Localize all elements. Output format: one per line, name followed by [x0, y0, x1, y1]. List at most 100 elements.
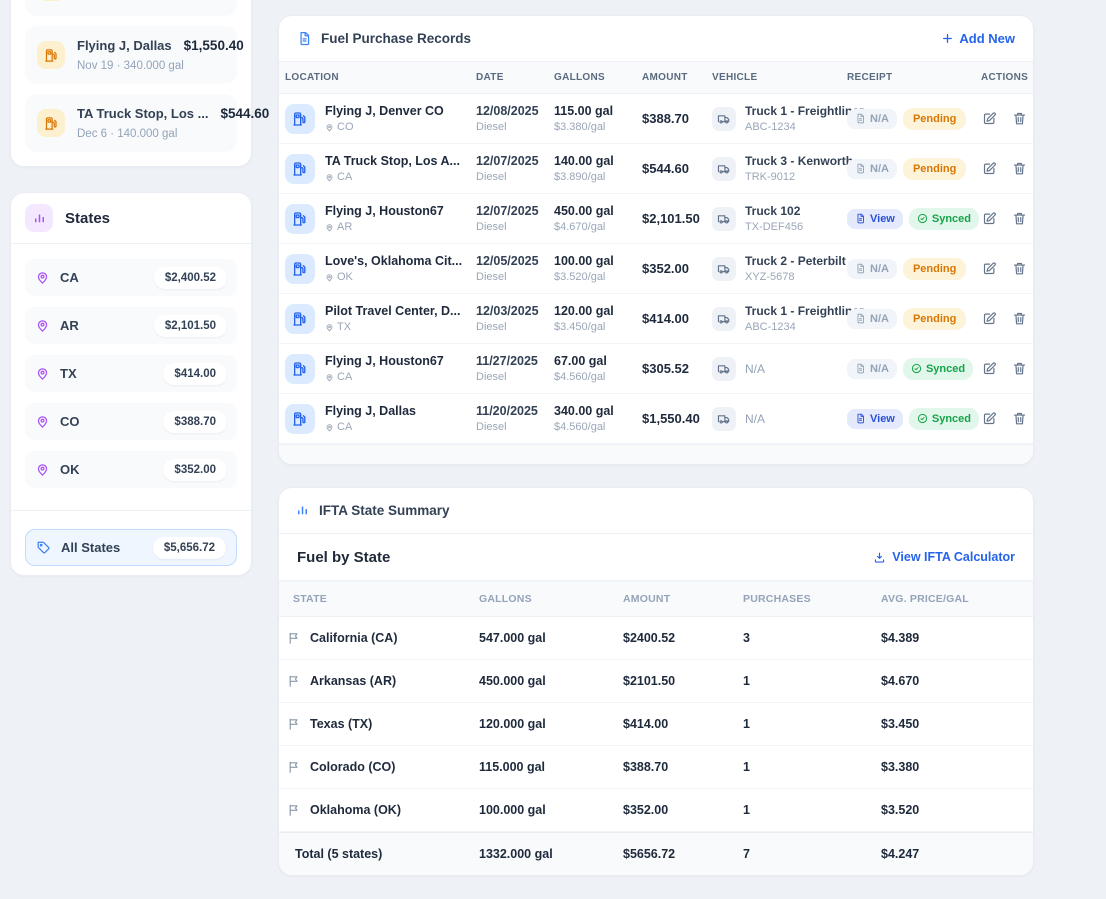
plus-icon [941, 32, 954, 45]
receipt-badge[interactable]: View [847, 209, 903, 229]
edit-pencil-icon [982, 361, 997, 376]
state-filter-row[interactable]: AR $2,101.50 [25, 307, 237, 344]
purchase-date: 12/08/2025 [476, 104, 554, 118]
ifta-amount: $2400.52 [623, 631, 743, 645]
synced-check-icon [911, 363, 922, 374]
location-state: OK [325, 271, 462, 283]
purchase-date: 12/07/2025 [476, 154, 554, 168]
fuel-pump-icon [285, 404, 315, 434]
fuel-record-row: Pilot Travel Center, D... TX 12/03/2025 … [279, 294, 1033, 344]
divider [11, 510, 251, 511]
edit-button[interactable] [981, 210, 998, 227]
vehicle-name: N/A [745, 362, 765, 376]
synced-check-icon [917, 213, 928, 224]
edit-button[interactable] [981, 160, 998, 177]
mini-pin-icon [325, 123, 334, 132]
trash-icon [1012, 411, 1027, 426]
delete-button[interactable] [1011, 110, 1028, 127]
price-per-gal: $4.560/gal [554, 371, 642, 383]
gallons: 450.00 gal [554, 204, 642, 218]
all-states-amount-pill: $5,656.72 [153, 537, 226, 559]
ifta-total-purchases: 7 [743, 847, 881, 861]
fuel-record-row: Flying J, Dallas CA 11/20/2025 Diesel 34… [279, 394, 1033, 444]
column-header-date: DATE [476, 72, 554, 83]
state-amount-pill: $388.70 [163, 411, 227, 433]
fuel-by-state-title: Fuel by State [297, 549, 390, 566]
edit-button[interactable] [981, 310, 998, 327]
state-filter-row[interactable]: CO $388.70 [25, 403, 237, 440]
edit-button[interactable] [981, 110, 998, 127]
ifta-amount: $388.70 [623, 760, 743, 774]
delete-button[interactable] [1011, 310, 1028, 327]
edit-pencil-icon [982, 211, 997, 226]
flag-icon [287, 674, 301, 688]
status-badge: Pending [903, 258, 966, 280]
map-pin-icon [35, 270, 50, 285]
edit-button[interactable] [981, 410, 998, 427]
status-badge: Synced [909, 408, 979, 430]
recent-purchase-card[interactable]: Dec 6 · 450.000 gal [25, 0, 237, 16]
delete-button[interactable] [1011, 260, 1028, 277]
flag-icon [287, 717, 301, 731]
purchase-date: 11/27/2025 [476, 354, 554, 368]
states-panel-header: States [11, 193, 251, 244]
ifta-gallons: 120.000 gal [479, 717, 623, 731]
state-code: TX [60, 366, 153, 381]
ifta-amount: $414.00 [623, 717, 743, 731]
view-ifta-calculator-link[interactable]: View IFTA Calculator [873, 550, 1015, 564]
bar-chart-icon [25, 204, 53, 232]
records-table-header: LOCATION DATE GALLONS AMOUNT VEHICLE REC… [279, 61, 1033, 94]
ifta-state-name: Texas (TX) [310, 717, 372, 731]
vehicle-name: Truck 1 - Freightliner [745, 304, 864, 318]
fuel-pump-icon [285, 154, 315, 184]
ifta-gallons: 115.000 gal [479, 760, 623, 774]
location-name: Flying J, Houston67 [325, 354, 444, 368]
ifta-state-row: Arkansas (AR) 450.000 gal $2101.50 1 $4.… [279, 660, 1033, 703]
state-filter-row[interactable]: TX $414.00 [25, 355, 237, 392]
delete-button[interactable] [1011, 210, 1028, 227]
state-filter-row[interactable]: CA $2,400.52 [25, 259, 237, 296]
state-amount-pill: $2,101.50 [154, 315, 227, 337]
column-header-amount: AMOUNT [623, 593, 743, 605]
receipt-doc-icon [855, 363, 866, 374]
truck-icon [712, 207, 736, 231]
ifta-table-body: California (CA) 547.000 gal $2400.52 3 $… [279, 617, 1033, 832]
fuel-pump-icon [37, 41, 65, 69]
vehicle-plate: ABC-1234 [745, 121, 864, 133]
delete-button[interactable] [1011, 410, 1028, 427]
edit-button[interactable] [981, 360, 998, 377]
receipt-badge: N/A [847, 109, 897, 129]
download-icon [873, 551, 886, 564]
fuel-pump-icon [285, 204, 315, 234]
state-amount-pill: $352.00 [163, 459, 227, 481]
map-pin-icon [35, 318, 50, 333]
states-panel: States CA $2,400.52 AR $2,101.50 TX $414… [10, 192, 252, 576]
tag-icon [36, 540, 51, 555]
receipt-doc-icon [855, 163, 866, 174]
fuel-type: Diesel [476, 121, 554, 133]
amount: $414.00 [642, 311, 712, 326]
state-filter-row[interactable]: OK $352.00 [25, 451, 237, 488]
amount: $352.00 [642, 261, 712, 276]
delete-button[interactable] [1011, 360, 1028, 377]
receipt-badge[interactable]: View [847, 409, 903, 429]
add-new-button[interactable]: Add New [941, 31, 1015, 46]
ifta-avg-price: $3.520 [881, 803, 1027, 817]
ifta-table-header: STATE GALLONS AMOUNT PURCHASES AVG. PRIC… [279, 581, 1033, 617]
delete-button[interactable] [1011, 160, 1028, 177]
mini-pin-icon [325, 373, 334, 382]
column-header-gallons: GALLONS [479, 593, 623, 605]
recent-purchase-card[interactable]: TA Truck Stop, Los ... $544.60 Dec 6 · 1… [25, 94, 237, 152]
location-state: CA [325, 171, 460, 183]
fuel-pump-icon [285, 304, 315, 334]
ifta-avg-price: $4.670 [881, 674, 1027, 688]
vehicle-plate: TX-DEF456 [745, 221, 803, 233]
ifta-total-row: Total (5 states) 1332.000 gal $5656.72 7… [279, 832, 1033, 875]
recent-purchase-card[interactable]: Flying J, Dallas $1,550.40 Nov 19 · 340.… [25, 26, 237, 84]
receipt-doc-icon [855, 263, 866, 274]
mini-pin-icon [325, 273, 334, 282]
price-per-gal: $4.560/gal [554, 421, 642, 433]
all-states-row[interactable]: All States $5,656.72 [25, 529, 237, 566]
vehicle-name: Truck 102 [745, 204, 803, 218]
edit-button[interactable] [981, 260, 998, 277]
